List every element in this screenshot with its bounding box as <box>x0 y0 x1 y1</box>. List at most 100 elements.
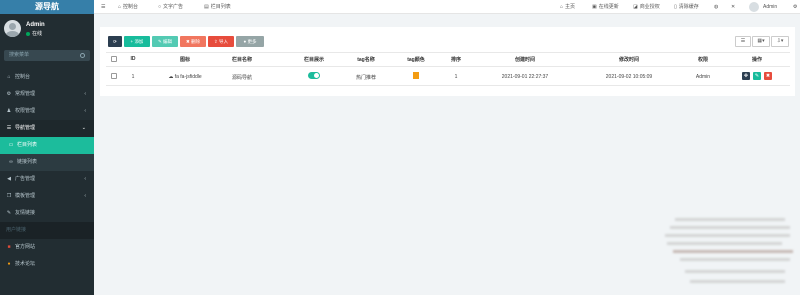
chevron-left-icon: ‹ <box>84 193 86 199</box>
sidebar-item-category[interactable]: ▭ 栏目列表 <box>0 137 94 154</box>
online-dot-icon <box>26 31 30 36</box>
clone-icon: ❐ <box>6 193 12 199</box>
tab-dashboard[interactable]: ⌂ 控制台 <box>118 0 138 14</box>
cogs-icon: ⚙ <box>6 91 12 97</box>
settings-icon[interactable]: ⚙ <box>793 0 797 14</box>
circle-icon: ○ <box>158 4 162 10</box>
sidebar-item-friend-links[interactable]: ✎ 友情链接 <box>0 205 94 222</box>
nav-online-update[interactable]: ▣ 在线更新 <box>592 0 619 14</box>
avatar <box>4 20 21 37</box>
sidebar: 源导航 Admin 在线 搜索菜单 ⌂ 控制台 ⚙ 常规管理 ‹ ♟ 权限管理 ‹ ☰ 导航… <box>0 0 94 295</box>
fullscreen-icon[interactable]: ✕ <box>731 0 735 14</box>
column-header-actions: 操作 <box>751 57 762 63</box>
sidebar-item-general[interactable]: ⚙ 常规管理 ‹ <box>0 86 94 103</box>
chevron-left-icon: ‹ <box>84 108 86 114</box>
column-header-tag-name[interactable]: tag名称 <box>346 56 386 63</box>
cell-tag-name: 热门推荐 <box>355 75 376 81</box>
refresh-icon: ▣ <box>592 4 597 10</box>
app-logo[interactable]: 源导航 <box>0 0 94 14</box>
table-top-border <box>106 52 790 53</box>
columns-icon: ▦▾ <box>757 38 765 44</box>
cell-created: 2021-09-01 22:27:37 <box>501 74 549 80</box>
column-header-permission[interactable]: 权限 <box>691 56 715 63</box>
column-header-id[interactable]: ID <box>128 56 138 62</box>
list-icon: ☰ <box>6 125 12 131</box>
display-toggle[interactable] <box>308 72 320 79</box>
wrench-icon: ✎ <box>6 210 12 216</box>
table-header-divider <box>106 66 790 67</box>
circle-icon: ▭ <box>8 142 14 148</box>
user-panel: Admin 在线 <box>0 14 94 44</box>
sidebar-item-links[interactable]: ∞ 链接列表 <box>0 154 94 171</box>
sidebar-item-dashboard[interactable]: ⌂ 控制台 <box>0 69 94 86</box>
cell-icon: ☁ fa fa-jsfiddle <box>168 74 202 80</box>
nav-clear-cache[interactable]: ▯ 清除缓存 <box>674 0 699 14</box>
sidebar-item-ads[interactable]: ◀ 广告管理 ‹ <box>0 171 94 188</box>
column-header-name[interactable]: 栏目名称 <box>222 56 262 63</box>
column-header-tag-color[interactable]: tag颜色 <box>396 56 436 63</box>
import-button[interactable]: ⇪ 导入 <box>208 36 234 47</box>
chevron-left-icon: ‹ <box>84 91 86 97</box>
top-navbar: ☰ ⌂ 控制台 ○ 文字广告 ▤ 栏目列表 ⌂ 主页 ▣ 在线更新 ◪ 商业授权 ▯ 清除缓存… <box>94 0 800 14</box>
globe-icon[interactable]: ◍ <box>714 0 718 14</box>
refresh-icon: ⟳ <box>113 39 117 44</box>
row-delete-button[interactable]: ✖ <box>764 72 772 80</box>
row-checkbox[interactable] <box>111 73 117 79</box>
home-icon: ⌂ <box>560 4 564 10</box>
list-icon: ☰ <box>740 38 746 44</box>
user-status: 在线 <box>26 30 42 37</box>
sidebar-item-nav[interactable]: ☰ 导航管理 ⌄ <box>0 120 94 137</box>
sidebar-item-templates[interactable]: ❐ 模板管理 ‹ <box>0 188 94 205</box>
circle-icon: ▤ <box>204 4 209 10</box>
tab-category-list[interactable]: ▤ 栏目列表 <box>204 0 231 14</box>
export-button[interactable]: ⇩▾ <box>771 36 789 47</box>
arrows-icon: ✥ <box>743 73 749 79</box>
nav-commercial-license[interactable]: ◪ 商业授权 <box>633 0 660 14</box>
column-header-icon[interactable]: 图标 <box>165 56 205 63</box>
sidebar-section-header: 用户链接 <box>0 222 94 239</box>
sidebar-item-auth[interactable]: ♟ 权限管理 ‹ <box>0 103 94 120</box>
cell-modified: 2021-09-02 10:05:09 <box>605 74 653 80</box>
nav-home[interactable]: ⌂ 主页 <box>560 0 575 14</box>
license-icon: ◪ <box>633 4 638 10</box>
table-bottom-border <box>106 85 790 86</box>
sidebar-item-forum[interactable]: ● 技术论坛 <box>0 256 94 273</box>
columns-button[interactable]: ▦▾ <box>752 36 770 47</box>
select-all-checkbox[interactable] <box>111 56 117 62</box>
sidebar-search-input[interactable]: 搜索菜单 <box>4 50 90 61</box>
drag-button[interactable]: ✥ <box>742 72 750 80</box>
trash-icon: ✖ <box>765 73 771 79</box>
tab-text-ads[interactable]: ○ 文字广告 <box>158 0 183 14</box>
tag-color-swatch <box>413 72 419 79</box>
sidebar-item-official-site[interactable]: ■ 官方网站 <box>0 239 94 256</box>
delete-button[interactable]: ✖ 删除 <box>180 36 206 47</box>
chevron-left-icon: ‹ <box>84 176 86 182</box>
link-icon: ∞ <box>9 159 13 165</box>
avatar[interactable] <box>749 2 759 12</box>
refresh-button[interactable]: ⟳ <box>108 36 122 47</box>
column-header-modified[interactable]: 修改时间 <box>604 56 654 63</box>
column-header-display[interactable]: 栏目展示 <box>294 56 334 63</box>
search-icon[interactable] <box>80 53 85 58</box>
trash-icon: ▯ <box>674 4 677 10</box>
column-header-created[interactable]: 创建时间 <box>500 56 550 63</box>
more-button[interactable]: ● 更多 <box>236 36 264 47</box>
nav-user-name[interactable]: Admin <box>763 0 777 14</box>
menu-toggle-icon[interactable]: ☰ <box>101 0 105 14</box>
cell-sort: 1 <box>454 74 458 80</box>
dashboard-icon: ⌂ <box>7 74 11 80</box>
sidebar-menu: ⌂ 控制台 ⚙ 常规管理 ‹ ♟ 权限管理 ‹ ☰ 导航管理 ⌄ ▭ 栏目列表 ∞ 链接列表 ◀ 广… <box>0 69 94 273</box>
pencil-icon: ✎ <box>754 73 760 79</box>
blurred-overlay <box>655 208 800 295</box>
cell-id: 1 <box>131 74 135 80</box>
bullhorn-icon: ◀ <box>7 176 11 182</box>
toggle-view-button[interactable]: ☰ <box>735 36 751 47</box>
column-header-sort[interactable]: 排序 <box>441 56 471 63</box>
row-edit-button[interactable]: ✎ <box>753 72 761 80</box>
dashboard-icon: ⌂ <box>118 4 122 10</box>
cell-permission: Admin <box>695 74 711 80</box>
export-icon: ⇩▾ <box>776 38 784 44</box>
add-button[interactable]: + 添加 <box>124 36 150 47</box>
globe-icon: ■ <box>7 244 11 250</box>
edit-button[interactable]: ✎ 编辑 <box>152 36 178 47</box>
